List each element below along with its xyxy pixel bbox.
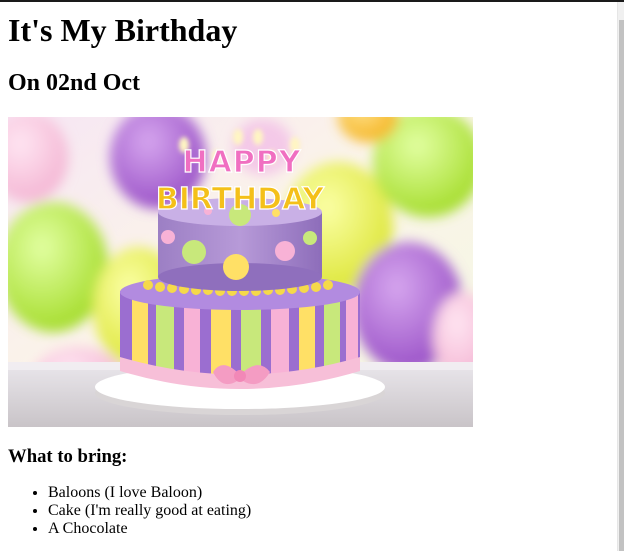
vertical-scrollbar[interactable] xyxy=(617,2,624,551)
candle-text-happy: HAPPY xyxy=(182,145,301,180)
scrollbar-thumb[interactable] xyxy=(619,20,624,551)
birthday-cake-image: HAPPY BIRTHDAY xyxy=(8,117,473,427)
page-title: It's My Birthday xyxy=(8,12,238,48)
bring-list-heading: What to bring: xyxy=(8,446,128,467)
list-item: A Chocolate xyxy=(48,520,613,538)
event-date: On 02nd Oct xyxy=(8,70,141,96)
page-content: It's My Birthday On 02nd Oct HAPPY BIRTH… xyxy=(8,2,613,538)
bring-list: Baloons (I love Baloon) Cake (I'm really… xyxy=(8,484,613,538)
candle-text-birthday: BIRTHDAY xyxy=(156,182,326,217)
list-item: Baloons (I love Baloon) xyxy=(48,484,613,502)
list-item: Cake (I'm really good at eating) xyxy=(48,502,613,520)
browser-viewport: It's My Birthday On 02nd Oct HAPPY BIRTH… xyxy=(0,0,624,551)
